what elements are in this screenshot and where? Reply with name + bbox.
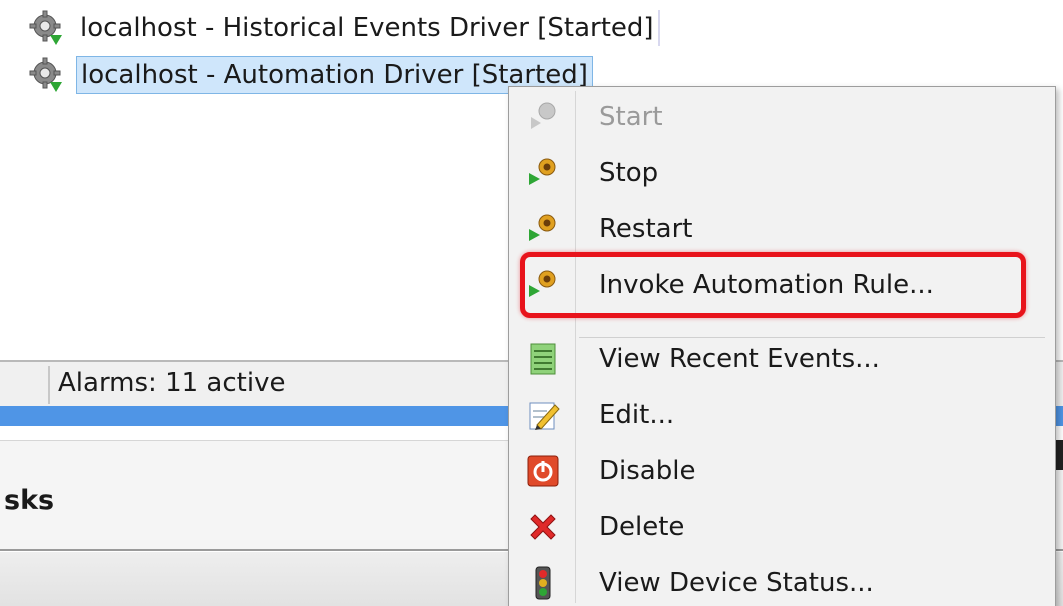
menu-item-label: Edit... bbox=[599, 400, 675, 430]
play-gear-icon bbox=[525, 211, 561, 247]
menu-item-label: Delete bbox=[599, 512, 685, 542]
menu-item-label: Start bbox=[599, 102, 663, 132]
menu-item-view-recent-events[interactable]: View Recent Events... bbox=[509, 331, 1055, 387]
alarms-status[interactable]: Alarms: 11 active bbox=[58, 368, 285, 398]
menu-item-label: Disable bbox=[599, 456, 696, 486]
play-gear-icon bbox=[525, 99, 561, 135]
menu-item-restart[interactable]: Restart bbox=[509, 201, 1055, 257]
gear-started-icon bbox=[28, 9, 66, 47]
gear-started-icon bbox=[28, 56, 66, 94]
menu-item-invoke-automation-rule[interactable]: Invoke Automation Rule... bbox=[509, 257, 1055, 313]
list-icon bbox=[525, 341, 561, 377]
menu-item-edit[interactable]: Edit... bbox=[509, 387, 1055, 443]
play-gear-icon bbox=[525, 267, 561, 303]
power-icon bbox=[525, 453, 561, 489]
delete-x-icon bbox=[525, 509, 561, 545]
edit-pencil-icon bbox=[525, 397, 561, 433]
traffic-light-icon bbox=[525, 565, 561, 601]
tree-item-historical-events-driver[interactable]: localhost - Historical Events Driver [St… bbox=[28, 8, 660, 48]
menu-item-start[interactable]: Start bbox=[509, 89, 1055, 145]
context-menu: Start Stop Restart Invoke Automation Rul… bbox=[508, 86, 1056, 606]
screen: localhost - Historical Events Driver [St… bbox=[0, 0, 1063, 606]
tree-item-label: localhost - Historical Events Driver [St… bbox=[76, 10, 660, 46]
menu-item-view-device-status[interactable]: View Device Status... bbox=[509, 555, 1055, 606]
menu-item-stop[interactable]: Stop bbox=[509, 145, 1055, 201]
menu-item-delete[interactable]: Delete bbox=[509, 499, 1055, 555]
menu-item-label: Stop bbox=[599, 158, 659, 188]
menu-item-label: View Recent Events... bbox=[599, 344, 880, 374]
menu-item-label: Restart bbox=[599, 214, 693, 244]
menu-item-label: View Device Status... bbox=[599, 568, 874, 598]
menu-item-disable[interactable]: Disable bbox=[509, 443, 1055, 499]
status-divider bbox=[48, 366, 50, 404]
menu-item-label: Invoke Automation Rule... bbox=[599, 270, 934, 300]
tasks-panel-title: sks bbox=[4, 485, 55, 516]
play-gear-icon bbox=[525, 155, 561, 191]
